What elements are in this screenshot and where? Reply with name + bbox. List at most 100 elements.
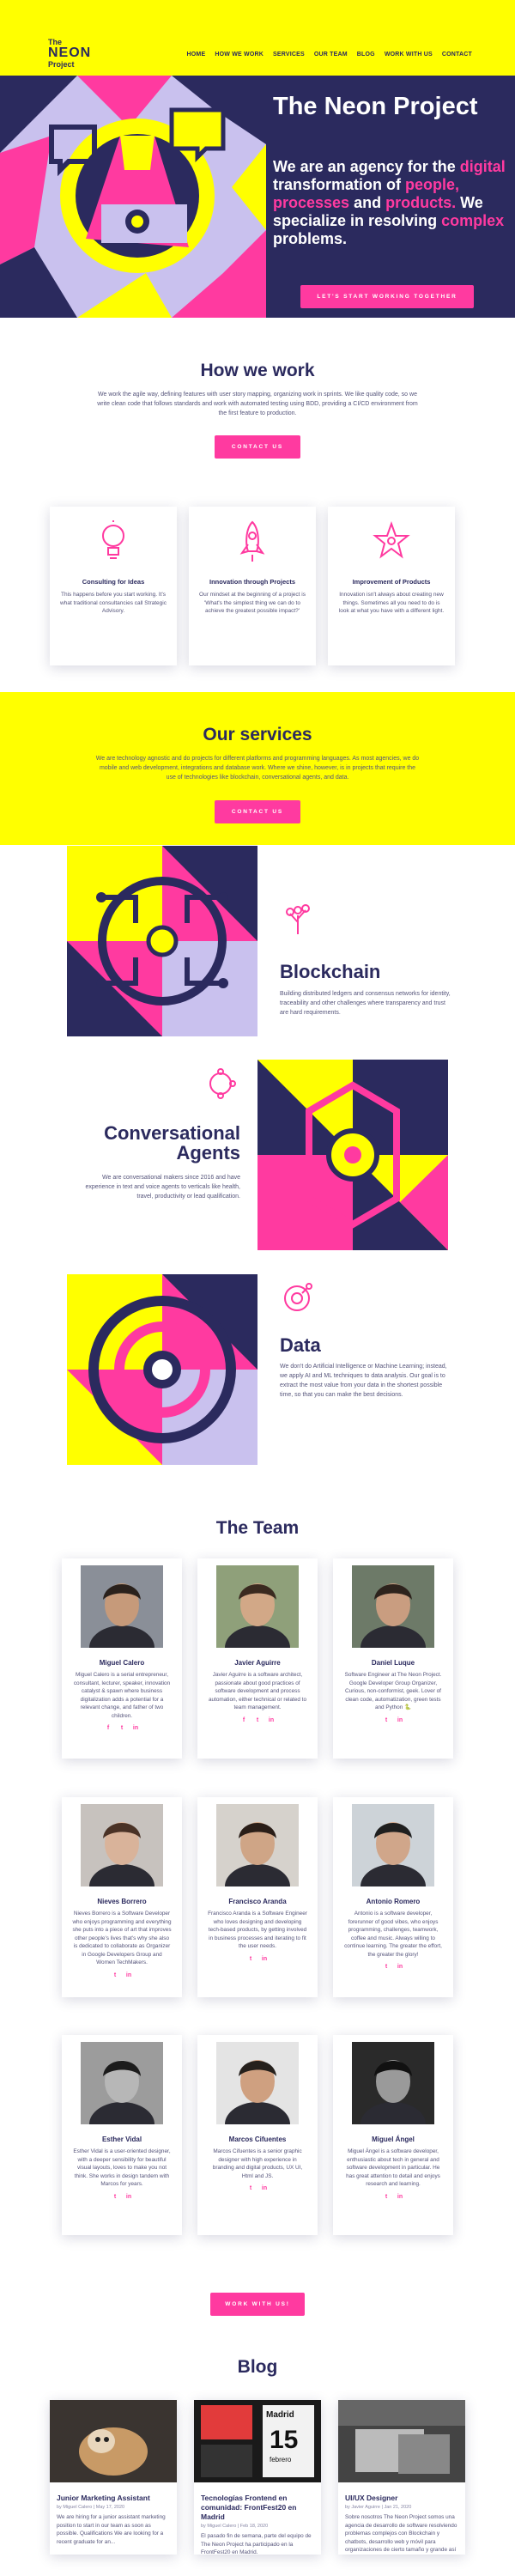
linkedin-icon[interactable]: in [125,1972,132,1979]
team-title: The Team [215,1518,300,1538]
nav-how-we-work[interactable]: HOW WE WORK [215,52,264,58]
nav-home[interactable]: HOME [187,52,206,58]
team-member-card: Marcos Cifuentes Marcos Cifuentes is a se… [197,2035,318,2235]
svg-text:15: 15 [270,2426,298,2454]
site-logo[interactable]: The NEON Project [48,38,108,74]
twitter-icon[interactable]: t [247,1956,254,1963]
blog-post-card[interactable]: UI/UX Designer by Javier Aguirre | Jan 2… [338,2400,465,2555]
site-header: The NEON Project HOME HOW WE WORK SERVIC… [0,0,515,76]
twitter-icon[interactable]: t [254,1717,261,1724]
facebook-icon[interactable]: f [105,1725,112,1732]
services-title: Our services [203,725,312,744]
team-member-photo [81,2042,163,2147]
blog-post-excerpt: El pasado fin de semana, parte del equip… [201,2533,312,2555]
blog-post-excerpt: We are hiring for a junior assistant mar… [57,2514,166,2545]
team-member-bio: Marcos Cifuentes is a senior graphic des… [212,2148,303,2179]
team-member-bio: Miguel Ángel is a software developer, en… [346,2148,440,2187]
linkedin-icon[interactable]: in [261,2185,268,2192]
team-member-name: Miguel Ángel [372,2136,415,2143]
tree-icon [286,904,310,934]
twitter-icon[interactable]: t [247,2185,254,2192]
linkedin-icon[interactable]: in [132,1725,139,1732]
team-member-photo [216,1804,299,1909]
nav-contact[interactable]: CONTACT [442,52,472,58]
blog-title: Blog [237,2357,278,2377]
conversational-agents-illustration [258,1060,448,1250]
social-links: t in [62,1972,182,1979]
linkedin-icon[interactable]: in [397,1717,403,1724]
hero-title: The Neon Project [273,93,478,120]
linkedin-icon[interactable]: in [397,2194,403,2201]
hero: The Neon Project We are an agency for th… [0,76,515,318]
start-working-button[interactable]: LET'S START WORKING TOGETHER [300,285,474,308]
team-member-card: Miguel Ángel Miguel Ángel is a software d… [333,2035,453,2235]
blockchain-illustration [67,846,258,1036]
contact-us-button[interactable]: CONTACT US [215,435,300,459]
team-member-name: Marcos Cifuentes [228,2136,287,2143]
team-member-card: Esther Vidal Esther Vidal is a user-orien… [62,2035,182,2235]
data-illustration [67,1274,258,1465]
team-member-card: Francisco Aranda Francisco Aranda is a So… [197,1797,318,1997]
blog-post-meta: by Miguel Calero | Feb 18, 2020 [201,2524,269,2529]
nav-our-team[interactable]: OUR TEAM [314,52,348,58]
team-member-card: Daniel Luque Software Engineer at The Neo… [333,1558,453,1759]
blog-post-title[interactable]: Tecnologías Frontend en comunidad: Front… [194,2487,321,2524]
work-with-us-button[interactable]: WORK WITH US! [210,2293,305,2316]
team-member-card: Miguel Calero Miguel Calero is a serial e… [62,1558,182,1759]
rocket-icon [239,520,265,562]
facebook-icon[interactable]: f [240,1717,247,1724]
nav-services[interactable]: SERVICES [273,52,305,58]
conversational-agents-text: We are conversational makers since 2016 … [85,1175,240,1200]
blog-post-image [50,2400,177,2482]
social-links: t in [62,2194,182,2201]
team-member-bio: Esther Vidal is a user-oriented designer… [73,2148,171,2187]
linkedin-icon[interactable]: in [397,1964,403,1971]
team-member-bio: Nieves Borrero is a Software Developer w… [72,1911,172,1965]
team-member-bio: Javier Aguirre is a software architect, … [208,1672,307,1710]
team-member-card: Antonio Romero Antonio is a software deve… [333,1797,453,1997]
blog-post-title[interactable]: Junior Marketing Assistant [50,2487,177,2505]
social-links: f t in [62,1725,182,1732]
social-links: t in [333,1964,453,1971]
team-member-name: Esther Vidal [101,2136,142,2143]
team-member-photo [352,2042,434,2147]
linkedin-icon[interactable]: in [268,1717,275,1724]
team-member-photo [81,1565,163,1670]
social-links: f t in [197,1717,318,1724]
linkedin-icon[interactable]: in [261,1956,268,1963]
data-title: Data [280,1334,321,1356]
linkedin-icon[interactable]: in [125,2194,132,2201]
team-member-name: Javier Aguirre [234,1659,281,1667]
team-member-name: Francisco Aranda [228,1898,287,1905]
services-contact-button[interactable]: CONTACT US [215,800,300,823]
team-member-photo [352,1565,434,1670]
svg-text:febrero: febrero [270,2456,292,2464]
how-we-work-intro: We work the agile way, defining features… [97,392,418,416]
bot-icon [209,1068,236,1099]
blog-post-card[interactable]: Madrid 15 febrero Tecnologías Frontend e… [194,2400,321,2555]
blog-post-meta: by Miguel Calero | May 17, 2020 [57,2505,125,2510]
team-member-name: Daniel Luque [371,1659,415,1667]
team-member-bio: Miguel Calero is a serial entrepreneur, … [73,1672,171,1719]
team-member-name: Antonio Romero [366,1898,421,1905]
twitter-icon[interactable]: t [112,1972,118,1979]
data-text: We don't do Artificial Intelligence or M… [280,1364,447,1398]
social-links: t in [197,2185,318,2192]
twitter-icon[interactable]: t [383,1717,390,1724]
social-links: t in [333,2194,453,2201]
nav-work-with-us[interactable]: WORK WITH US [385,52,433,58]
services-intro: We are technology agnostic and do projec… [95,756,420,781]
how-we-work-title: How we work [200,361,315,380]
blog-post-card[interactable]: Junior Marketing Assistant by Miguel Cal… [50,2400,177,2555]
twitter-icon[interactable]: t [112,2194,118,2201]
team-member-card: Nieves Borrero Nieves Borrero is a Softwa… [62,1797,182,1997]
twitter-icon[interactable]: t [383,2194,390,2201]
twitter-icon[interactable]: t [118,1725,125,1732]
team-member-bio: Francisco Aranda is a Software Engineer … [208,1911,307,1949]
twitter-icon[interactable]: t [383,1964,390,1971]
nav-blog[interactable]: BLOG [357,52,375,58]
main-menu: HOME HOW WE WORK SERVICES OUR TEAM BLOG … [187,52,472,58]
approach-card: Consulting for Ideas This happens before… [50,507,177,665]
svg-text:Madrid: Madrid [266,2410,294,2420]
blog-post-title[interactable]: UI/UX Designer [338,2487,465,2505]
